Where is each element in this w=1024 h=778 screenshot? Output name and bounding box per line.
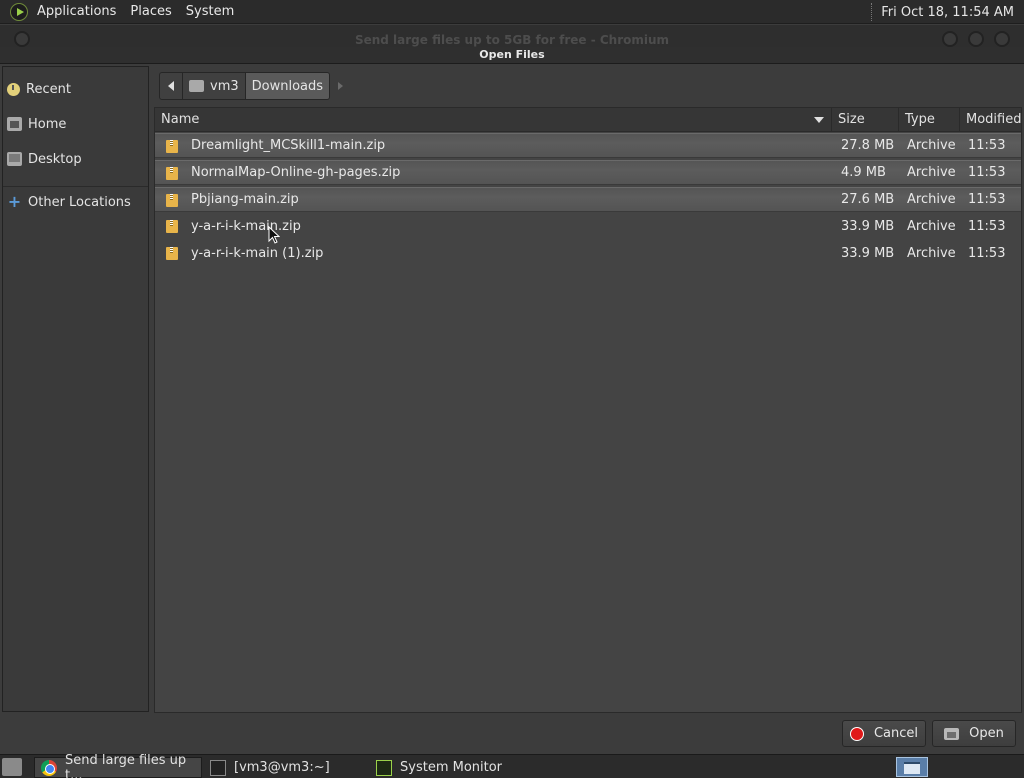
archive-file-icon: [166, 167, 178, 180]
archive-file-icon: [166, 247, 178, 260]
file-size: 33.9 MB: [841, 219, 895, 234]
file-name: y-a-r-i-k-main.zip: [191, 219, 301, 234]
path-back-button[interactable]: [159, 72, 183, 100]
clock-icon: [7, 82, 20, 96]
sidebar-item-label: Recent: [26, 81, 71, 97]
taskbar-item-system-monitor[interactable]: System Monitor: [370, 757, 540, 778]
sidebar-item-label: Other Locations: [28, 194, 131, 210]
applications-logo-icon[interactable]: [10, 2, 28, 21]
file-type: Archive: [907, 192, 956, 207]
path-segment-downloads[interactable]: Downloads: [245, 72, 331, 100]
cancel-button[interactable]: Cancel: [842, 720, 926, 747]
file-name: Dreamlight_MCSkill1-main.zip: [191, 138, 386, 153]
taskbar-item-terminal[interactable]: [vm3@vm3:~]: [204, 757, 364, 778]
menu-applications[interactable]: Applications: [30, 0, 123, 24]
archive-file-icon: [166, 220, 178, 233]
sidebar-item-label: Desktop: [28, 151, 82, 167]
column-header-type[interactable]: Type: [898, 108, 959, 132]
column-header-size[interactable]: Size: [831, 108, 898, 132]
window-title: Send large files up to 5GB for free - Ch…: [354, 33, 670, 47]
file-row[interactable]: y-a-r-i-k-main.zip 33.9 MB Archive 11:53: [155, 214, 1021, 239]
file-type: Archive: [907, 165, 956, 180]
file-row[interactable]: NormalMap-Online-gh-pages.zip 4.9 MB Arc…: [155, 160, 1021, 185]
file-name: NormalMap-Online-gh-pages.zip: [191, 165, 401, 180]
clock[interactable]: Fri Oct 18, 11:54 AM: [881, 5, 1014, 20]
file-row[interactable]: y-a-r-i-k-main (1).zip 33.9 MB Archive 1…: [155, 241, 1021, 266]
path-segment-label: Downloads: [251, 78, 324, 94]
chevron-left-icon: [168, 81, 174, 91]
column-header-label: Name: [161, 112, 200, 127]
file-size: 33.9 MB: [841, 246, 895, 261]
path-segment-label: vm3: [210, 78, 239, 94]
file-modified: 11:53: [968, 165, 1006, 180]
file-row[interactable]: Dreamlight_MCSkill1-main.zip 27.8 MB Arc…: [155, 133, 1021, 158]
chevron-right-icon: [337, 82, 343, 90]
taskbar: Send large files up t... [vm3@vm3:~] Sys…: [0, 753, 1024, 778]
terminal-icon: [210, 759, 226, 776]
file-type: Archive: [907, 219, 956, 234]
file-size: 27.6 MB: [841, 192, 895, 207]
show-desktop-icon[interactable]: [2, 758, 22, 776]
file-modified: 11:53: [968, 246, 1006, 261]
home-folder-icon: [189, 80, 204, 92]
top-panel: Applications Places System Fri Oct 18, 1…: [0, 0, 1024, 24]
path-segment-vm3[interactable]: vm3: [183, 72, 246, 100]
path-forward-button[interactable]: [330, 72, 350, 100]
panel-separator: [871, 3, 873, 21]
chromium-icon: [41, 759, 57, 776]
archive-file-icon: [166, 194, 178, 207]
window-menu-icon[interactable]: [14, 31, 30, 47]
taskbar-item-chromium[interactable]: Send large files up t...: [34, 753, 202, 778]
menu-places[interactable]: Places: [123, 0, 178, 24]
open-label: Open: [969, 726, 1004, 741]
desktop-icon: [7, 152, 22, 166]
path-bar: vm3 Downloads: [159, 72, 350, 100]
system-monitor-icon: [376, 759, 392, 776]
window-titlebar[interactable]: Send large files up to 5GB for free - Ch…: [0, 25, 1024, 47]
file-name: Pbjiang-main.zip: [191, 192, 299, 207]
file-size: 4.9 MB: [841, 165, 886, 180]
workspace-switcher[interactable]: [896, 757, 928, 777]
file-modified: 11:53: [968, 192, 1006, 207]
file-type: Archive: [907, 246, 956, 261]
archive-file-icon: [166, 140, 178, 153]
cancel-label: Cancel: [873, 726, 919, 741]
column-header-modified[interactable]: Modified: [959, 108, 1021, 132]
file-modified: 11:53: [968, 138, 1006, 153]
maximize-icon[interactable]: [968, 31, 984, 47]
minimize-icon[interactable]: [942, 31, 958, 47]
close-icon[interactable]: [994, 31, 1010, 47]
file-row[interactable]: Pbjiang-main.zip 27.6 MB Archive 11:53: [155, 187, 1021, 212]
open-button[interactable]: Open: [932, 720, 1016, 747]
file-size: 27.8 MB: [841, 138, 895, 153]
sidebar-item-recent[interactable]: Recent: [7, 78, 71, 100]
sidebar-item-desktop[interactable]: Desktop: [7, 148, 82, 170]
home-folder-icon: [7, 117, 22, 131]
taskbar-item-label: [vm3@vm3:~]: [234, 760, 330, 775]
sidebar-item-label: Home: [28, 116, 67, 132]
menu-system[interactable]: System: [179, 0, 241, 24]
file-type: Archive: [907, 138, 956, 153]
file-modified: 11:53: [968, 219, 1006, 234]
list-header: Name Size Type Modified: [155, 108, 1021, 132]
sidebar-item-other-locations[interactable]: + Other Locations: [7, 191, 131, 213]
sidebar-item-home[interactable]: Home: [7, 113, 66, 135]
taskbar-item-label: System Monitor: [400, 760, 503, 775]
column-header-name[interactable]: Name: [155, 108, 832, 132]
places-sidebar: Recent Home Desktop + Other Locations: [2, 66, 149, 712]
taskbar-item-label: Send large files up t...: [65, 752, 187, 778]
dialog-title: Open Files: [0, 47, 1024, 64]
file-name: y-a-r-i-k-main (1).zip: [191, 246, 324, 261]
open-folder-icon: [944, 727, 960, 740]
sort-descending-icon: [814, 117, 824, 123]
file-list[interactable]: Name Size Type Modified Dreamlight_MCSki…: [154, 107, 1022, 713]
plus-icon: +: [7, 192, 22, 211]
sidebar-separator: [3, 186, 148, 187]
cancel-icon: [849, 726, 864, 741]
clock-area: Fri Oct 18, 11:54 AM: [871, 0, 1024, 24]
